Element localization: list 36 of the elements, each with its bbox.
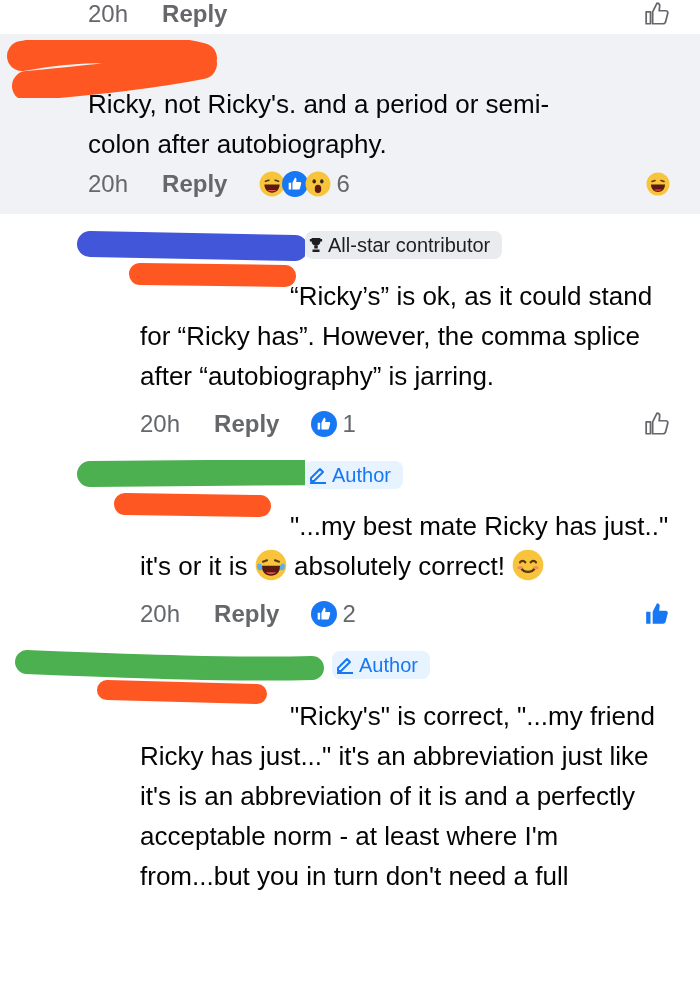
comment-text: “Ricky’s” is ok, as it could stand for “Ricky has”. However, the comma splice after “autobiography” is jarring. xyxy=(140,280,654,393)
thumbs-up-reaction-icon xyxy=(282,171,309,197)
reaction-count: 2 xyxy=(342,600,356,628)
comment-text: Ricky, not Ricky's. and a period or semi-colon after autobiography. xyxy=(88,88,551,161)
laughing-face-icon xyxy=(259,171,286,197)
trophy-icon xyxy=(309,237,323,253)
reaction-count: 1 xyxy=(342,410,356,438)
reply-link[interactable]: Reply xyxy=(162,170,228,198)
thumbs-up-reaction-icon xyxy=(311,411,338,437)
comment-text: "...my best mate Ricky has just.." it's or it is absolutely correct! xyxy=(140,510,670,583)
laughing-tears-face-icon xyxy=(254,549,287,581)
reaction-button[interactable] xyxy=(646,172,670,196)
reply-link[interactable]: Reply xyxy=(214,410,280,438)
thumbs-up-icon xyxy=(644,601,670,627)
pencil-icon xyxy=(336,656,354,674)
laughing-face-icon xyxy=(646,172,670,196)
comment-text: "Ricky's" is correct, "...my friend Ricky has just..." it's an abbreviation just like it's is an abbreviation of it is and a perfectly acceptable norm - at least where I'm from...but you in turn don't need a full xyxy=(140,700,656,893)
reply-link[interactable]: Reply xyxy=(214,600,280,628)
reply-link[interactable]: Reply xyxy=(162,0,228,28)
thumbs-up-reaction-icon xyxy=(311,601,338,627)
badge-label: Author xyxy=(359,653,418,677)
badge-label: Author xyxy=(332,463,391,487)
comment-time: 20h xyxy=(140,600,181,628)
reaction-count: 6 xyxy=(336,170,350,198)
like-button[interactable] xyxy=(644,1,670,27)
badge-label: All-star contributor xyxy=(328,233,491,257)
comment-time: 20h xyxy=(140,410,181,438)
like-button[interactable] xyxy=(644,601,670,627)
surprised-face-icon xyxy=(305,171,332,197)
smiling-face-icon xyxy=(512,549,545,581)
pencil-icon xyxy=(309,466,327,484)
thumbs-up-icon xyxy=(644,1,670,27)
thumbs-up-icon xyxy=(644,411,670,437)
comment-time: 20h xyxy=(88,170,129,198)
like-button[interactable] xyxy=(644,411,670,437)
comment-time: 20h xyxy=(88,0,129,28)
